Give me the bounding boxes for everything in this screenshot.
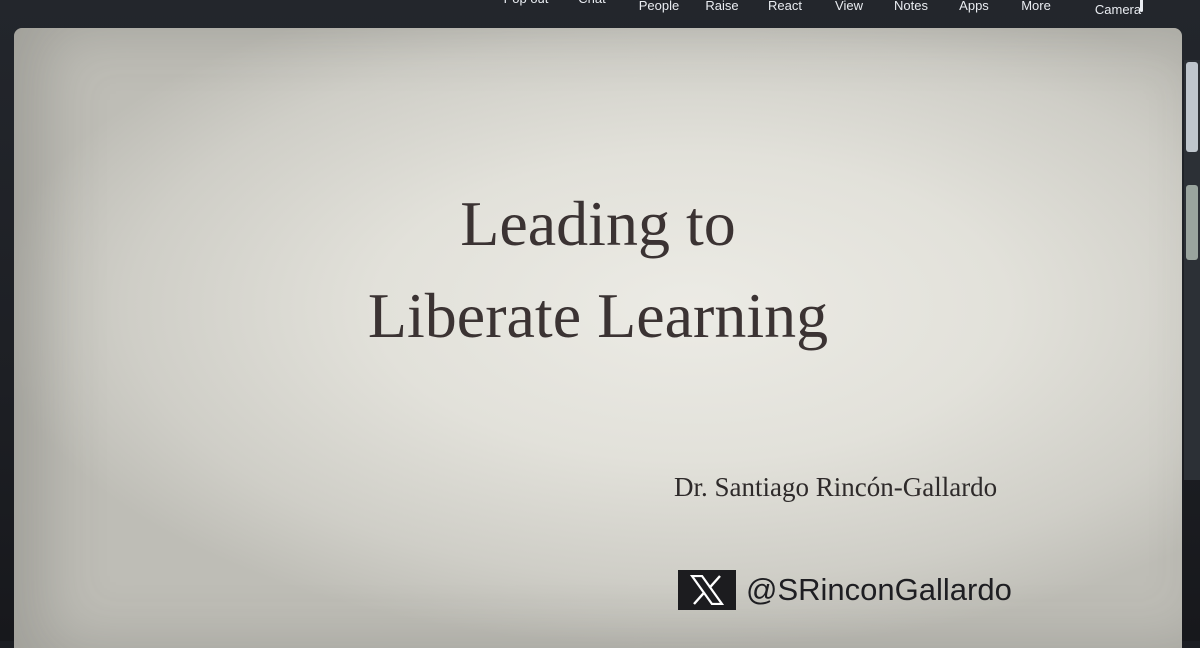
notes-button[interactable]: Notes — [888, 0, 934, 18]
people-button[interactable]: People — [632, 0, 686, 18]
x-logo-glyph — [690, 575, 724, 605]
social-handle-text: @SRinconGallardo — [746, 572, 1012, 607]
camera-toggle-icon[interactable] — [1132, 0, 1160, 16]
presentation-slide: Leading to Liberate Learning Dr. Santiag… — [14, 28, 1182, 648]
react-button[interactable]: React — [762, 0, 808, 18]
side-panel-thumbnail[interactable] — [1186, 62, 1198, 152]
slide-title: Leading to Liberate Learning — [14, 178, 1182, 362]
meeting-toolbar: Pop out Chat People Raise React View Not… — [0, 0, 1200, 30]
social-handle: @SRinconGallardo — [678, 568, 1012, 612]
x-logo-icon — [678, 570, 736, 610]
apps-button[interactable]: Apps — [952, 0, 996, 18]
side-panel-thumbnail-2[interactable] — [1186, 185, 1198, 260]
slide-author: Dr. Santiago Rincón-Gallardo — [674, 472, 998, 502]
meeting-window: Pop out Chat People Raise React View Not… — [0, 0, 1200, 648]
view-button[interactable]: View — [828, 0, 870, 18]
more-button[interactable]: More — [1014, 0, 1058, 18]
slide-title-line-2: Liberate Learning — [367, 280, 829, 351]
slide-title-line-1: Leading to — [460, 188, 736, 259]
raise-button[interactable]: Raise — [700, 0, 744, 18]
chat-button[interactable]: Chat — [570, 0, 614, 11]
pop-out-button[interactable]: Pop out — [498, 0, 554, 11]
